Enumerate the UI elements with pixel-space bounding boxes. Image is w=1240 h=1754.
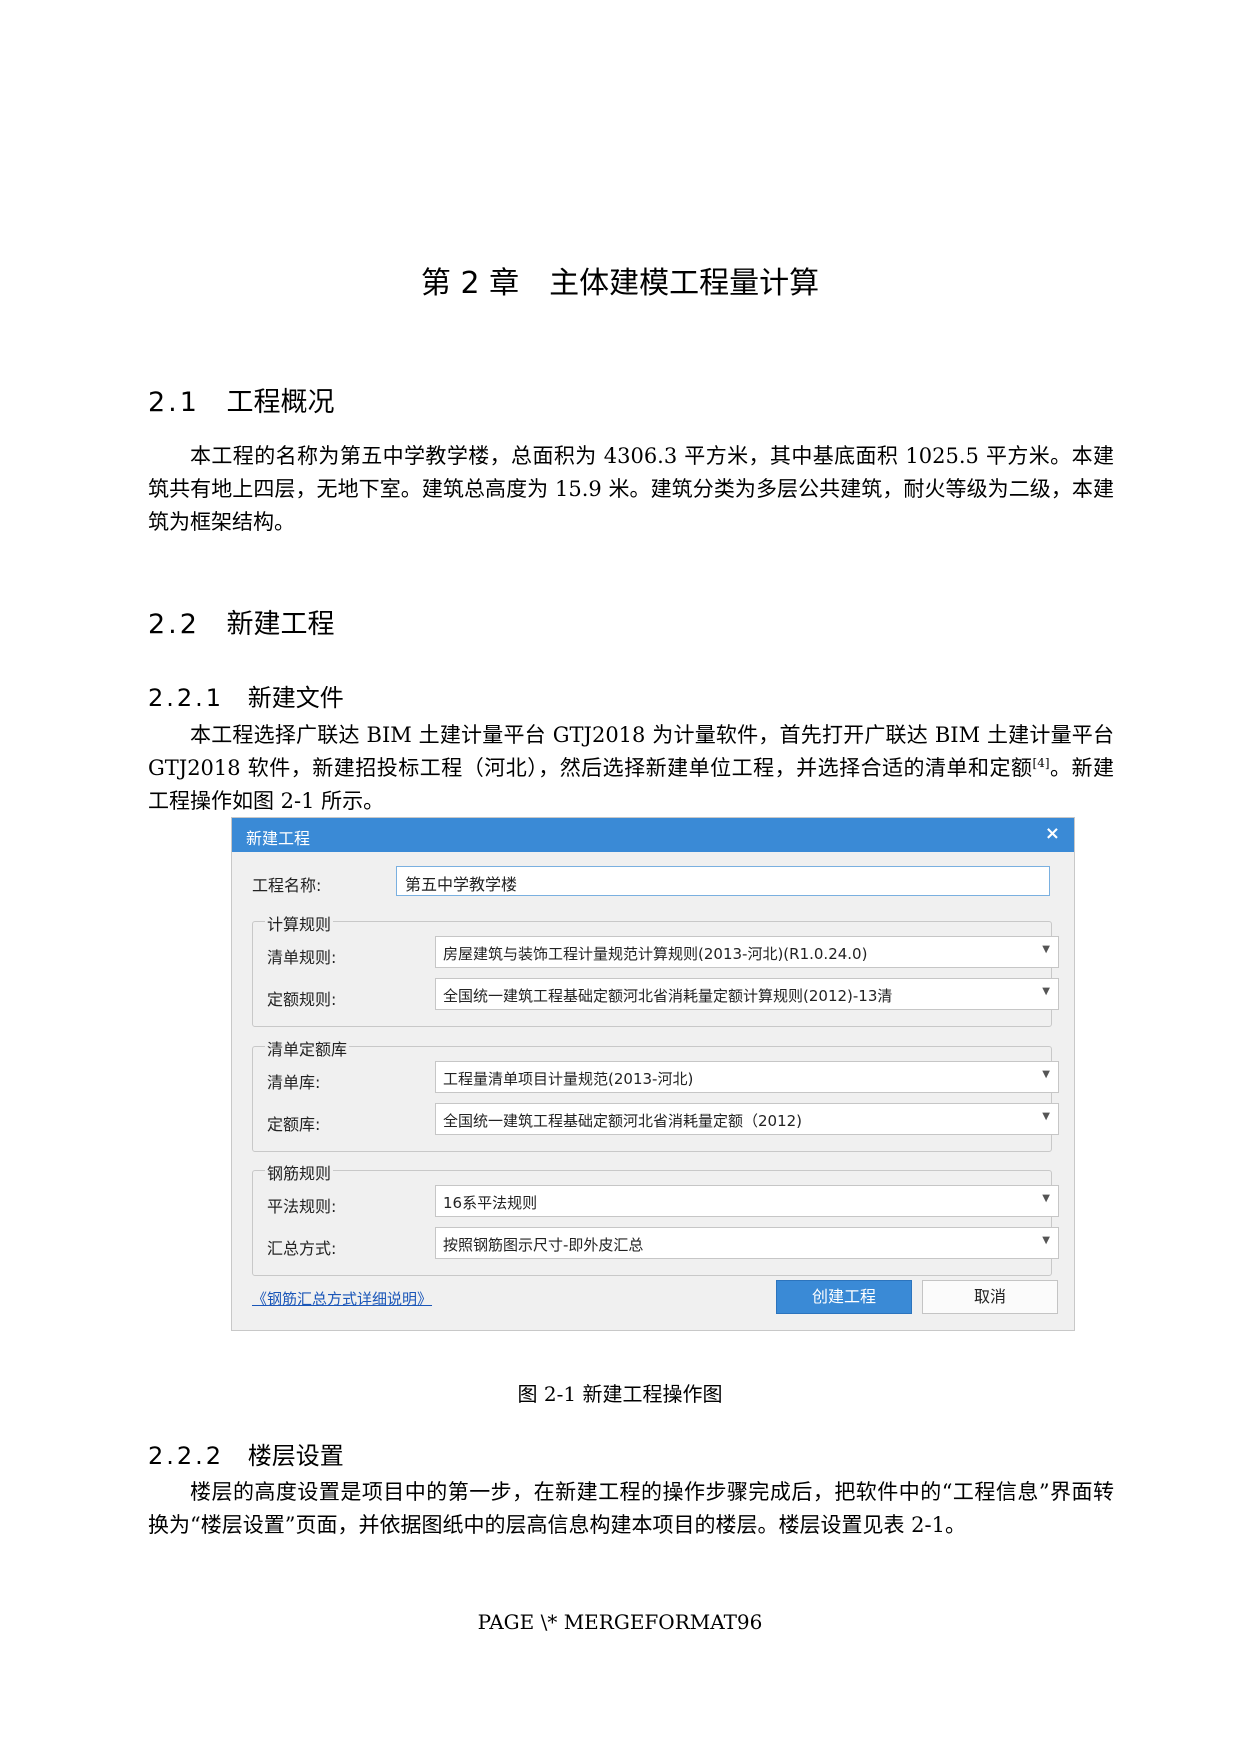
cancel-button[interactable]: 取消: [922, 1280, 1058, 1314]
floors-text: 楼层的高度设置是项目中的第一步，在新建工程的操作步骤完成后，把软件中的“工程信息…: [148, 1480, 1114, 1537]
rebar-rule-label: 平法规则:: [267, 1197, 337, 1216]
chapter-title: 主体建模工程量计算: [549, 266, 820, 301]
select-value: 全国统一建筑工程基础定额河北省消耗量定额（2012): [443, 1112, 803, 1130]
section-heading-2-2-1: 2.2.1 新建文件: [148, 678, 344, 713]
chevron-down-icon: ▼: [1042, 1069, 1050, 1080]
newfile-text-a: 本工程选择广联达 BIM 土建计量平台 GTJ2018 为计量软件，首先打开广联…: [148, 723, 1114, 780]
summary-method-label: 汇总方式:: [267, 1239, 337, 1258]
group-title: 钢筋规则: [265, 1160, 334, 1184]
new-project-dialog: 新建工程 × 工程名称: 第五中学教学楼 计算规则 清单规则: 房屋建筑与装饰工…: [231, 817, 1075, 1331]
floors-paragraph: 楼层的高度设置是项目中的第一步，在新建工程的操作步骤完成后，把软件中的“工程信息…: [148, 1476, 1114, 1542]
project-name-label: 工程名称:: [252, 876, 322, 895]
summary-method-select[interactable]: 按照钢筋图示尺寸-即外皮汇总 ▼: [435, 1227, 1059, 1259]
chapter-heading: 第 2 章主体建模工程量计算: [0, 258, 1240, 302]
section-title: 新建工程: [226, 609, 335, 640]
create-project-button[interactable]: 创建工程: [776, 1280, 912, 1314]
quota-rule-label: 定额规则:: [267, 990, 337, 1009]
section-number: 2.1: [148, 387, 200, 418]
section-number: 2.2: [148, 609, 200, 640]
group-calc-rules: 计算规则 清单规则: 房屋建筑与装饰工程计量规范计算规则(2013-河北)(R1…: [252, 911, 1059, 1027]
chevron-down-icon: ▼: [1042, 1193, 1050, 1204]
list-lib-select[interactable]: 工程量清单项目计量规范(2013-河北) ▼: [435, 1061, 1059, 1093]
chapter-number: 第 2 章: [420, 266, 520, 301]
section-title: 新建文件: [247, 684, 344, 712]
quota-rule-select[interactable]: 全国统一建筑工程基础定额河北省消耗量定额计算规则(2012)-13清 ▼: [435, 978, 1059, 1010]
chevron-down-icon: ▼: [1042, 944, 1050, 955]
overview-text: 本工程的名称为第五中学教学楼，总面积为 4306.3 平方米，其中基底面积 10…: [148, 444, 1114, 534]
dialog-titlebar[interactable]: 新建工程 ×: [232, 818, 1074, 852]
project-name-input[interactable]: 第五中学教学楼: [396, 866, 1050, 896]
select-value: 按照钢筋图示尺寸-即外皮汇总: [443, 1236, 644, 1254]
select-value: 全国统一建筑工程基础定额河北省消耗量定额计算规则(2012)-13清: [443, 987, 893, 1005]
section-heading-2-2-2: 2.2.2 楼层设置: [148, 1436, 344, 1471]
quota-lib-select[interactable]: 全国统一建筑工程基础定额河北省消耗量定额（2012) ▼: [435, 1103, 1059, 1135]
section-heading-2-2: 2.2 新建工程: [148, 602, 335, 641]
newfile-paragraph: 本工程选择广联达 BIM 土建计量平台 GTJ2018 为计量软件，首先打开广联…: [148, 719, 1114, 818]
chevron-down-icon: ▼: [1042, 1111, 1050, 1122]
group-library: 清单定额库 清单库: 工程量清单项目计量规范(2013-河北) ▼ 定额库: 全…: [252, 1036, 1059, 1152]
chevron-down-icon: ▼: [1042, 986, 1050, 997]
rebar-rule-select[interactable]: 16系平法规则 ▼: [435, 1185, 1059, 1217]
section-title: 楼层设置: [247, 1442, 344, 1470]
dialog-title: 新建工程: [246, 829, 311, 848]
section-number: 2.2.2: [148, 1442, 225, 1470]
group-title: 清单定额库: [265, 1036, 350, 1060]
select-value: 房屋建筑与装饰工程计量规范计算规则(2013-河北)(R1.0.24.0): [443, 945, 868, 963]
overview-paragraph: 本工程的名称为第五中学教学楼，总面积为 4306.3 平方米，其中基底面积 10…: [148, 440, 1114, 539]
section-title: 工程概况: [226, 387, 335, 418]
group-title: 计算规则: [265, 911, 334, 935]
list-lib-label: 清单库:: [267, 1073, 321, 1092]
select-value: 工程量清单项目计量规范(2013-河北): [443, 1070, 694, 1088]
list-rule-label: 清单规则:: [267, 948, 337, 967]
rebar-summary-help-link[interactable]: 《钢筋汇总方式详细说明》: [252, 1288, 432, 1309]
chevron-down-icon: ▼: [1042, 1235, 1050, 1246]
figure-caption: 图 2-1 新建工程操作图: [517, 1382, 723, 1406]
group-rebar-rules: 钢筋规则 平法规则: 16系平法规则 ▼ 汇总方式: 按照钢筋图示尺寸-即外皮汇…: [252, 1160, 1059, 1276]
quota-lib-label: 定额库:: [267, 1115, 321, 1134]
list-rule-select[interactable]: 房屋建筑与装饰工程计量规范计算规则(2013-河北)(R1.0.24.0) ▼: [435, 936, 1059, 968]
section-number: 2.2.1: [148, 684, 225, 712]
citation-ref[interactable]: [4]: [1033, 756, 1050, 770]
select-value: 16系平法规则: [443, 1194, 538, 1212]
section-heading-2-1: 2.1 工程概况: [148, 380, 335, 419]
page-footer: PAGE \* MERGEFORMAT96: [477, 1610, 763, 1634]
close-icon[interactable]: ×: [1045, 823, 1060, 844]
